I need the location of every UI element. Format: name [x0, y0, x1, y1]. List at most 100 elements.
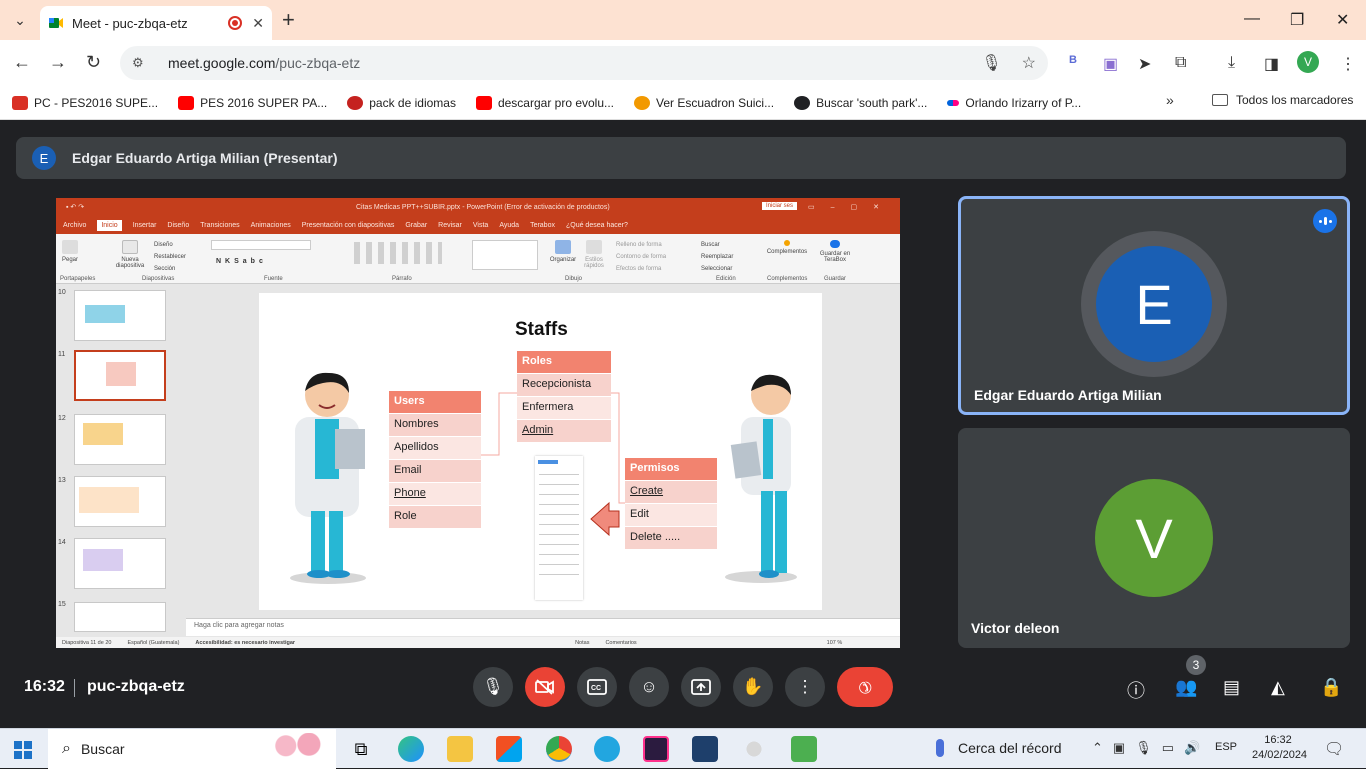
close-window-button[interactable]: ✕ [1336, 10, 1349, 30]
permisos-row: Edit [625, 503, 717, 526]
activities-icon[interactable]: ◭ [1271, 677, 1285, 698]
meeting-info-icon[interactable]: ⓘ [1127, 677, 1145, 703]
menu-insertar: Insertar [132, 222, 157, 229]
slide-thumbnail [74, 538, 166, 589]
captions-button[interactable]: CC [577, 667, 617, 707]
edge-icon[interactable] [398, 736, 424, 762]
ribbon-layout-items: Diseño Restablecer Sección [154, 242, 187, 272]
taskbar-date: 24/02/2024 [1252, 749, 1308, 761]
people-icon[interactable]: 👥 [1175, 677, 1197, 698]
extension-purple-icon[interactable]: ▣ [1103, 54, 1118, 74]
menu-archivo: Archivo [63, 222, 87, 229]
green-app-icon[interactable] [791, 736, 817, 762]
slide-number: 15 [58, 601, 66, 608]
restore-button[interactable]: ❐ [1290, 10, 1304, 30]
extensions-icon[interactable]: ⧉ [1175, 54, 1186, 72]
side-panel-icon[interactable]: ◨ [1264, 54, 1279, 74]
tab-meet[interactable]: Meet - puc-zbqa-etz ✕ [40, 6, 272, 40]
captions-icon: CC [587, 679, 607, 695]
chrome-icon[interactable] [546, 736, 572, 762]
raise-hand-button[interactable]: ✋ [733, 667, 773, 707]
more-options-button[interactable]: ⋮ [785, 667, 825, 707]
language-indicator[interactable]: ESP [1215, 741, 1237, 753]
file-explorer-icon[interactable] [447, 736, 473, 762]
arrange-icon [555, 240, 571, 254]
presenter-avatar: E [32, 146, 56, 170]
menu-animaciones: Animaciones [250, 222, 291, 229]
bookmark-star-icon[interactable]: ☆ [1022, 53, 1036, 73]
phpstorm-icon[interactable] [643, 736, 669, 762]
extension-b-icon[interactable]: B [1069, 54, 1077, 66]
close-tab-icon[interactable]: ✕ [252, 15, 264, 32]
menu-revisar: Revisar [438, 222, 462, 229]
group-diapositivas: Diapositivas [142, 276, 175, 282]
notifications-icon[interactable]: 🗨 [1324, 739, 1344, 759]
bookmark-item[interactable]: PES 2016 SUPER PA... [178, 95, 327, 110]
microphone-icon: 🎙 [482, 677, 504, 696]
meet-tray-icon[interactable]: ▣ [1113, 740, 1125, 756]
tab-title: Meet - puc-zbqa-etz [72, 15, 188, 31]
globe-icon [794, 95, 811, 110]
font-name-box [211, 240, 311, 250]
slide-number: 11 [58, 351, 66, 358]
leave-call-button[interactable]: ✆ [837, 667, 893, 707]
powerpoint-ribbon: Pegar Nueva diapositiva Diseño Restablece… [56, 234, 900, 284]
taskbar-clock[interactable]: 16:32 24/02/2024 [1252, 733, 1308, 763]
menu-icon[interactable]: ⋮ [1340, 54, 1356, 74]
address-bar[interactable]: ⚙ meet.google.com/puc-zbqa-etz 🎙 ☆ [120, 46, 1048, 80]
more-bookmarks-icon[interactable]: » [1166, 92, 1174, 108]
profile-avatar[interactable]: V [1297, 51, 1319, 73]
microphone-icon[interactable]: 🎙 [981, 53, 1001, 73]
menu-diseno: Diseño [167, 222, 190, 229]
task-view-icon[interactable]: ⧉ [348, 736, 374, 762]
paint-icon[interactable] [741, 736, 767, 762]
camera-off-button[interactable] [525, 667, 565, 707]
shared-screen: ▪ ↶ ↷ Citas Medicas PPT++SUBIR.pptx - Po… [56, 198, 900, 648]
paste-icon [62, 240, 78, 254]
store-icon[interactable] [496, 736, 522, 762]
reload-icon[interactable]: ↻ [86, 52, 101, 73]
group-complementos: Complementos [767, 276, 808, 282]
slide-thumbnail [74, 476, 166, 527]
start-button[interactable] [14, 741, 32, 759]
forward-icon[interactable]: → [49, 52, 67, 73]
download-icon[interactable]: ⤓ [1228, 54, 1235, 72]
participant-tile-edgar[interactable]: E Edgar Eduardo Artiga Milian [958, 196, 1350, 415]
weather-widget[interactable]: Cerca del récord [936, 739, 1062, 757]
bookmark-item[interactable]: PC - PES2016 SUPE... [12, 95, 158, 110]
all-bookmarks-button[interactable]: Todos los marcadores [1212, 93, 1353, 107]
flickr-icon [947, 99, 960, 106]
terabox-icon [830, 240, 840, 248]
microphone-tray-icon[interactable]: 🎙 [1135, 740, 1152, 756]
ribbon-estilos: Estilos rápidos [582, 240, 606, 269]
tab-search-button[interactable]: ⌄ [7, 7, 33, 33]
chat-icon[interactable]: ▤ [1223, 677, 1240, 698]
taskbar-search[interactable]: ⌕ Buscar [48, 729, 336, 769]
chevron-up-icon[interactable]: ⌃ [1092, 740, 1103, 756]
bookmark-item[interactable]: Ver Escuadron Suici... [634, 95, 774, 110]
camera-off-icon [535, 679, 554, 695]
host-controls-icon[interactable]: 🔒 [1320, 677, 1342, 698]
app-icon[interactable] [594, 736, 620, 762]
minimize-button[interactable]: — [1244, 10, 1260, 28]
back-icon[interactable]: ← [13, 52, 31, 73]
hand-icon: ✋ [742, 677, 764, 696]
url-host: meet.google.com [168, 55, 276, 71]
extension-pointer-icon[interactable]: ➤ [1138, 54, 1151, 74]
microphone-button[interactable]: 🎙 [473, 667, 513, 707]
sql-tool-icon[interactable] [692, 736, 718, 762]
bookmark-item[interactable]: Buscar 'south park'... [794, 95, 927, 110]
bookmark-item[interactable]: descargar pro evolu... [475, 95, 614, 110]
bookmark-item[interactable]: pack de idiomas [347, 95, 456, 110]
menu-inicio: Inicio [97, 220, 122, 231]
reactions-button[interactable]: ☺ [629, 667, 669, 707]
network-icon[interactable]: ▭ [1162, 740, 1174, 756]
present-button[interactable] [681, 667, 721, 707]
volume-icon[interactable]: 🔊 [1184, 740, 1200, 756]
meeting-clock: 16:32 [24, 678, 65, 695]
new-tab-button[interactable]: + [282, 8, 295, 32]
site-info-icon[interactable]: ⚙ [132, 55, 154, 71]
powerpoint-menu: Archivo Inicio Insertar Diseño Transicio… [56, 217, 900, 234]
bookmark-item[interactable]: Orlando Irizarry of P... [947, 96, 1081, 110]
participant-tile-victor[interactable]: V Victor deleon [958, 428, 1350, 648]
